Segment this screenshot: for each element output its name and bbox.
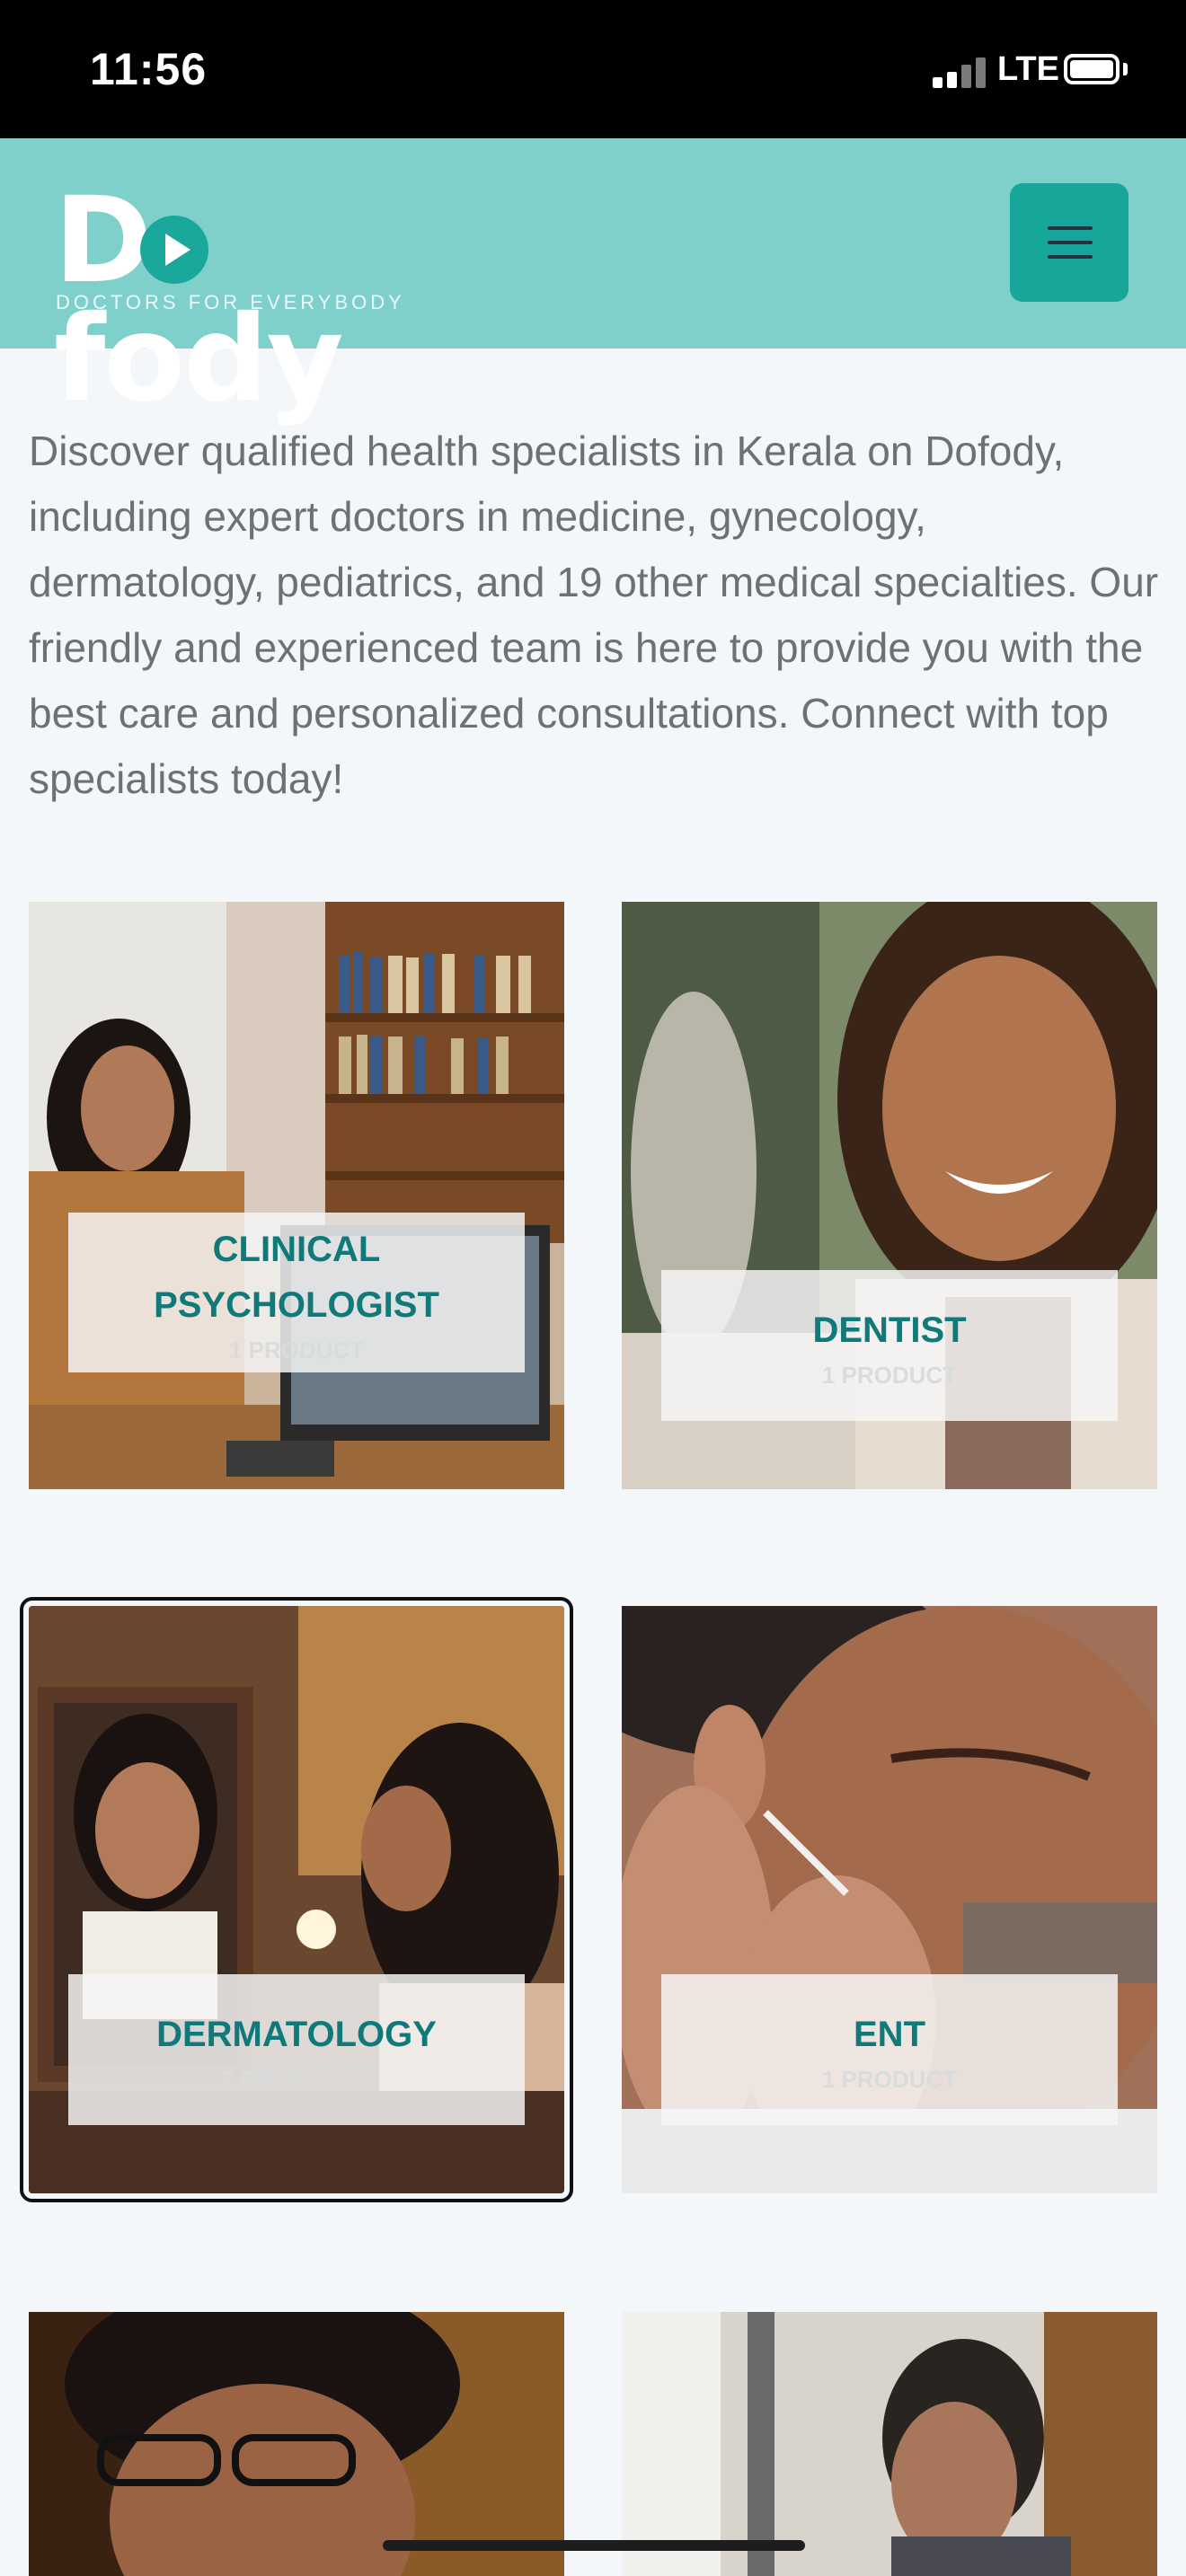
- specialty-photo: [622, 2312, 1157, 2576]
- specialty-count: 1 PRODUCT: [821, 2066, 958, 2093]
- hamburger-menu-icon-bar: [1048, 255, 1093, 259]
- specialty-count: 1 PRODUCT: [228, 1337, 365, 1363]
- specialty-label: ENT 1 PRODUCT: [661, 1974, 1118, 2125]
- carrier-label: LTE: [997, 50, 1059, 88]
- specialty-label: CLINICAL PSYCHOLOGIST 1 PRODUCT: [68, 1213, 525, 1372]
- hamburger-menu-icon-bar: [1048, 241, 1093, 244]
- specialty-card-dentist[interactable]: DENTIST 1 PRODUCT: [622, 902, 1157, 1489]
- hamburger-menu-icon: [1048, 226, 1093, 230]
- specialty-count: 2 PRODUCTS: [221, 2066, 372, 2093]
- specialty-title: DERMATOLOGY: [156, 2015, 437, 2054]
- status-time: 11:56: [90, 44, 208, 94]
- menu-button[interactable]: [1010, 183, 1128, 302]
- site-header: Dfody DOCTORS FOR EVERYBODY: [0, 138, 1186, 419]
- specialty-label: DENTIST 1 PRODUCT: [661, 1270, 1118, 1421]
- specialty-photo: [29, 2312, 564, 2576]
- specialty-title: ENT: [854, 2015, 925, 2054]
- play-icon: [140, 216, 208, 284]
- signal-strength-icon: [933, 56, 990, 88]
- intro-text: Discover qualified health specialists in…: [29, 428, 1159, 802]
- specialty-card-6[interactable]: [622, 2312, 1157, 2576]
- specialty-card-5[interactable]: [29, 2312, 564, 2576]
- home-indicator[interactable]: [383, 2540, 805, 2551]
- logo[interactable]: Dfody DOCTORS FOR EVERYBODY: [54, 181, 476, 419]
- status-bar: 11:56 LTE: [0, 0, 1186, 138]
- logo-tagline: DOCTORS FOR EVERYBODY: [56, 291, 405, 313]
- battery-icon: [1064, 54, 1120, 84]
- specialty-label: DERMATOLOGY 2 PRODUCTS: [68, 1974, 525, 2125]
- battery-tip: [1123, 63, 1128, 75]
- clinical-psychologist-photo: [29, 902, 564, 1489]
- specialty-card-clinical-psychologist[interactable]: CLINICAL PSYCHOLOGIST 1 PRODUCT: [29, 902, 564, 1489]
- specialty-title: DENTIST: [812, 1310, 967, 1350]
- specialty-count: 1 PRODUCT: [821, 1362, 958, 1389]
- specialty-title: CLINICAL PSYCHOLOGIST: [154, 1230, 439, 1325]
- specialty-card-ent[interactable]: ENT 1 PRODUCT: [622, 1606, 1157, 2193]
- specialty-card-dermatology[interactable]: DERMATOLOGY 2 PRODUCTS: [20, 1597, 573, 2202]
